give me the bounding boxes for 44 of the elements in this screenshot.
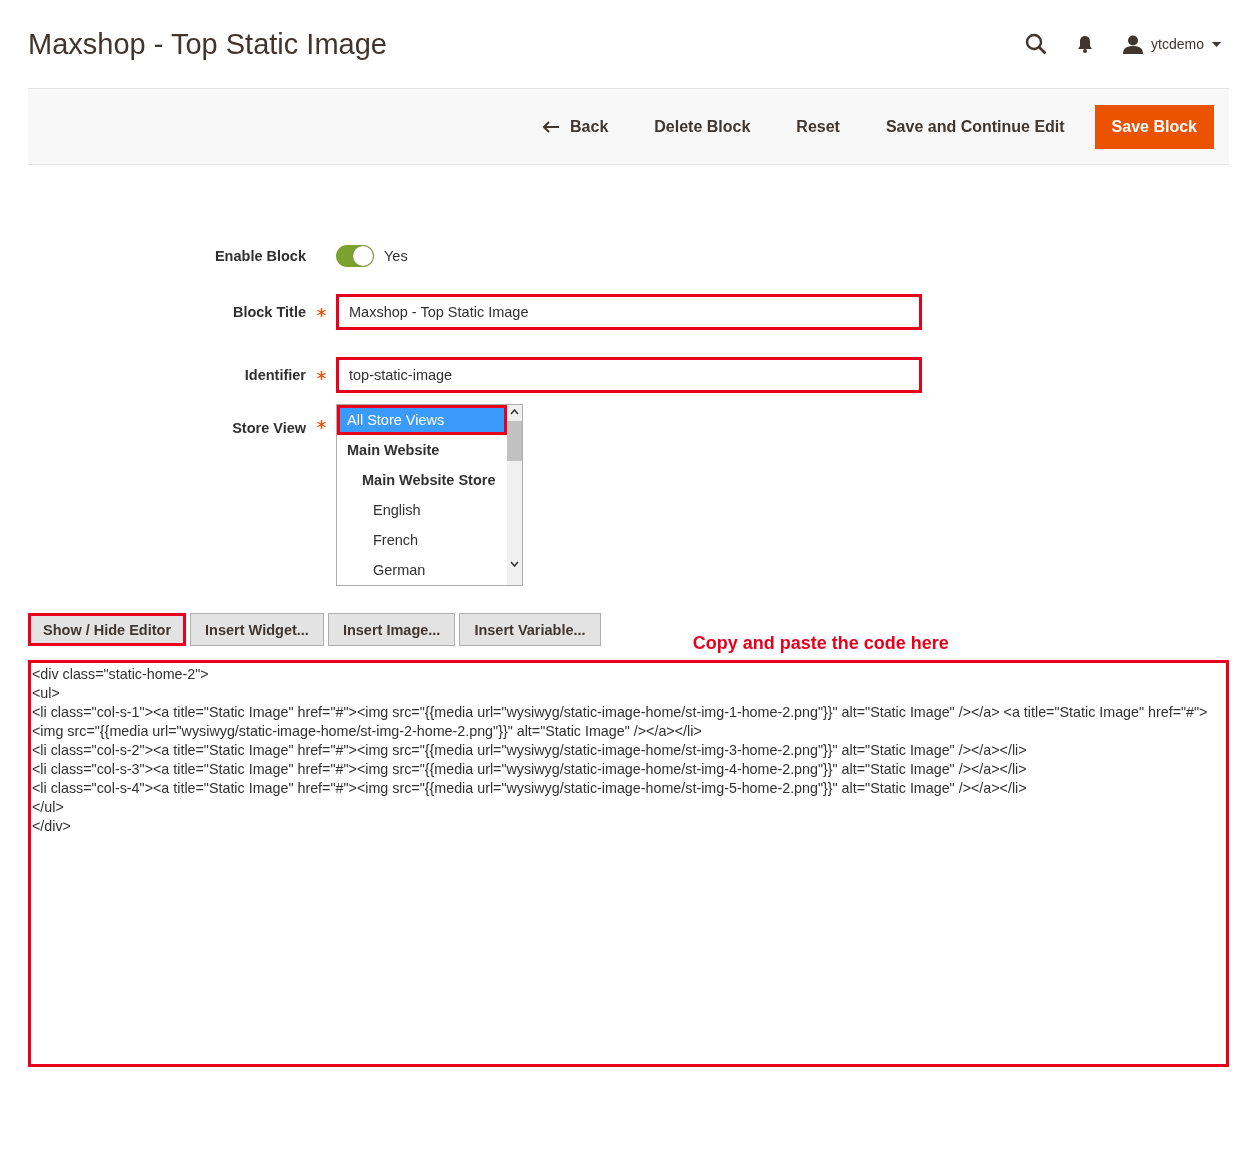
code-line: <li class="col-s-1"><a title="Static Image" href="#"><img src="{{media url="wysiwyg/static-image-home/st-img-1-home-2.png"}}" alt="Static Image" /></a> <a title="Static Image" href="#"><img src="{{media url="wysiwyg/static-image-home/st-img-2-home-2.png"}}" alt="Static Image" /></a></li> — [32, 703, 1209, 741]
code-line: <ul> — [32, 684, 61, 703]
code-line: </div> — [32, 817, 72, 836]
scroll-thumb[interactable] — [507, 421, 522, 461]
caret-icon — [1212, 41, 1221, 47]
store-view-option[interactable]: Main Website Store — [337, 465, 507, 495]
store-view-option[interactable]: English — [337, 495, 507, 525]
editor-toolbar-button[interactable]: Insert Variable... — [459, 613, 601, 646]
toggle-value: Yes — [384, 248, 408, 264]
action-button[interactable]: Delete Block — [631, 105, 774, 148]
code-line: </ul> — [32, 798, 65, 817]
code-editor-field[interactable] — [28, 660, 1229, 1067]
field-label: Identifier — [243, 367, 306, 383]
field-label: Enable Block — [213, 248, 306, 264]
editor-toolbar-button[interactable]: Show / Hide Editor — [28, 613, 187, 646]
text-input-field[interactable]: top-static-image — [336, 357, 922, 393]
action-button[interactable]: Reset — [773, 105, 863, 148]
search-icon[interactable] — [1025, 33, 1048, 55]
save-block-button[interactable]: Save Block — [1094, 104, 1214, 149]
annotation-text: Copy and paste the code here — [692, 633, 949, 654]
code-line: <li class="col-s-4"><a title="Static Image" href="#"><img src="{{media url="wysiwyg/static-image-home/st-img-5-home-2.png"}}" alt="Static Image" /></a></li> — [32, 779, 1028, 798]
code-line: <li class="col-s-3"><a title="Static Image" href="#"><img src="{{media url="wysiwyg/static-image-home/st-img-4-home-2.png"}}" alt="Static Image" /></a></li> — [32, 760, 1028, 779]
user-menu[interactable]: ytcdemo — [1123, 34, 1221, 54]
field-label: Store View — [231, 420, 306, 436]
scroll-down-icon[interactable] — [510, 561, 519, 567]
left-arrow-icon — [543, 120, 560, 133]
notification-bell-icon[interactable] — [1077, 35, 1094, 53]
scrollbar[interactable] — [507, 405, 522, 585]
back-button[interactable]: Back — [520, 105, 632, 148]
code-line: <div class="static-home-2"> — [32, 665, 210, 684]
store-view-option[interactable]: Main Website — [337, 435, 507, 465]
store-view-list[interactable]: All Store Views Main Website Main Website Store English French German — [336, 404, 523, 586]
store-view-option[interactable]: German — [337, 555, 507, 585]
editor-toolbar-button[interactable]: Insert Widget... — [190, 613, 324, 646]
text-input-field[interactable]: Maxshop - Top Static Image — [336, 294, 922, 330]
editor-toolbar-button[interactable]: Insert Image... — [327, 613, 456, 646]
action-button[interactable]: Save and Continue Edit — [862, 105, 1088, 148]
scroll-up-icon[interactable] — [510, 409, 519, 415]
store-view-option[interactable]: French — [337, 525, 507, 555]
code-line: <li class="col-s-2"><a title="Static Image" href="#"><img src="{{media url="wysiwyg/static-image-home/st-img-3-home-2.png"}}" alt="Static Image" /></a></li> — [32, 741, 1028, 760]
page-title: Maxshop - Top Static Image — [28, 27, 388, 61]
toggle-switch[interactable] — [336, 245, 374, 267]
field-label: Block Title — [231, 304, 306, 320]
user-icon — [1123, 34, 1144, 54]
